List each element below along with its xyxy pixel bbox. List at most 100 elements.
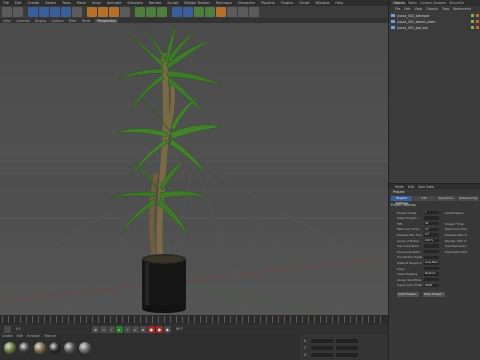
black-pot[interactable]: [142, 254, 186, 313]
menu-item-help[interactable]: Help: [335, 1, 343, 5]
pen-icon[interactable]: [183, 7, 193, 17]
material-tag-icon[interactable]: [476, 26, 479, 29]
attribute-field[interactable]: [424, 277, 439, 282]
am-menu-edit[interactable]: Edit: [408, 185, 414, 189]
visibility-icon[interactable]: [471, 26, 474, 29]
tab-takes[interactable]: Takes: [408, 1, 417, 5]
attribute-field[interactable]: sRGB: [424, 283, 439, 288]
om-menu-tags[interactable]: Tags: [442, 7, 449, 11]
am-tab-referencing[interactable]: Referencing: [457, 196, 479, 201]
om-menu-edit[interactable]: Edit: [404, 7, 410, 11]
object-row[interactable]: yucca_002_leaves_stem: [391, 19, 479, 24]
tab-objects[interactable]: Objects: [393, 1, 405, 5]
am-tab-info[interactable]: Info: [413, 196, 435, 201]
menu-item-mograph[interactable]: MoGraph: [216, 1, 232, 5]
material-swatch[interactable]: [79, 342, 91, 354]
menu-item-simulate[interactable]: Simulate: [127, 1, 142, 5]
menu-item-script[interactable]: Script: [299, 1, 309, 5]
material-swatch[interactable]: [34, 342, 46, 354]
coord-position-field[interactable]: [311, 339, 333, 343]
om-menu-objects[interactable]: Objects: [426, 7, 438, 11]
timeline-ruler[interactable]: [0, 315, 388, 324]
viewport-menu-cameras[interactable]: Cameras: [16, 19, 30, 23]
viewport-menu-panel[interactable]: Panel: [82, 19, 91, 23]
menu-item-character[interactable]: Character: [238, 1, 255, 5]
plant-model[interactable]: [107, 24, 223, 313]
viewport-menu-options[interactable]: Options: [52, 19, 64, 23]
am-menu-mode[interactable]: Mode: [395, 185, 404, 189]
next-frame-icon[interactable]: ›: [123, 325, 131, 333]
material-menu-create[interactable]: Create: [2, 334, 13, 339]
material-tag-icon[interactable]: [476, 14, 479, 17]
menu-item-motion-tracker[interactable]: Motion Tracker: [184, 1, 210, 5]
material-menu-function[interactable]: Function: [27, 334, 41, 339]
menu-item-file[interactable]: File: [3, 1, 9, 5]
next-key-icon[interactable]: ▹: [131, 325, 139, 333]
redo-icon[interactable]: [13, 7, 23, 17]
deformer-icon[interactable]: [216, 7, 226, 17]
coord-position-field[interactable]: [311, 353, 333, 357]
object-name[interactable]: yucca_002_leaves_stem: [397, 20, 469, 24]
end-frame[interactable]: 90 F: [176, 327, 183, 331]
menu-item-edit[interactable]: Edit: [15, 1, 22, 5]
scale-icon[interactable]: [50, 7, 60, 17]
go-to-start-icon[interactable]: ◂: [91, 325, 99, 333]
viewport-menu-filter[interactable]: Filter: [69, 19, 77, 23]
object-row[interactable]: yucca_002_blackpot: [391, 13, 479, 18]
menu-item-pipeline[interactable]: Pipeline: [261, 1, 275, 5]
y-axis-icon[interactable]: [98, 7, 108, 17]
material-swatch[interactable]: [4, 342, 16, 354]
coord-size-field[interactable]: [336, 353, 358, 357]
attribute-field[interactable]: [424, 244, 439, 248]
object-name[interactable]: yucca_002_pot_soil: [397, 26, 469, 30]
material-tag-icon[interactable]: [476, 20, 479, 23]
material-menu-texture[interactable]: Texture: [44, 334, 56, 339]
menu-item-window[interactable]: Window: [316, 1, 330, 5]
load-preset-button[interactable]: Load Preset...: [397, 292, 419, 297]
play-icon[interactable]: ▸: [115, 325, 123, 333]
recent-icon[interactable]: [72, 7, 82, 17]
menu-item-sculpt[interactable]: Sculpt: [167, 1, 178, 5]
menu-item-snap[interactable]: Snap: [92, 1, 101, 5]
attribute-field[interactable]: [424, 255, 439, 260]
am-tab-project-settings[interactable]: Project Settings: [391, 196, 413, 205]
previous-key-icon[interactable]: ◃: [99, 325, 107, 333]
render-settings-icon[interactable]: [157, 7, 167, 17]
menu-item-render[interactable]: Render: [149, 1, 161, 5]
tab-content-browser[interactable]: Content Browser: [420, 1, 447, 5]
om-menu-bookmarks[interactable]: Bookmarks: [453, 7, 471, 11]
selection-icon[interactable]: [28, 7, 38, 17]
array-icon[interactable]: [205, 7, 215, 17]
material-swatch[interactable]: [19, 342, 31, 354]
om-menu-file[interactable]: File: [395, 7, 400, 11]
attribute-field[interactable]: 1: [424, 210, 439, 215]
tab-structure[interactable]: Structure: [449, 1, 464, 5]
floor-icon[interactable]: [227, 7, 237, 17]
move-icon[interactable]: [39, 7, 49, 17]
menu-item-mesh[interactable]: Mesh: [77, 1, 86, 5]
attribute-field[interactable]: 0 F: [424, 233, 439, 237]
undo-icon[interactable]: [2, 7, 12, 17]
attribute-field[interactable]: 0 F: [424, 227, 439, 232]
attribute-field[interactable]: 100 %: [424, 238, 439, 243]
object-name[interactable]: yucca_002_blackpot: [397, 14, 469, 18]
attribute-field[interactable]: Medium: [424, 272, 439, 276]
visibility-icon[interactable]: [471, 20, 474, 23]
object-row[interactable]: yucca_002_pot_soil: [391, 25, 479, 30]
frame-field[interactable]: [4, 325, 11, 333]
menu-item-create[interactable]: Create: [28, 1, 40, 5]
menu-item-plugins[interactable]: Plugins: [281, 1, 294, 5]
om-menu-view[interactable]: View: [415, 7, 423, 11]
material-swatch[interactable]: [64, 342, 76, 354]
menu-item-select[interactable]: Select: [45, 1, 56, 5]
attribute-field[interactable]: [424, 216, 439, 220]
coordinate-icon[interactable]: [120, 7, 130, 17]
material-menu-edit[interactable]: Edit: [17, 334, 23, 339]
record-icon[interactable]: ●: [147, 325, 155, 333]
subdivision-icon[interactable]: [194, 7, 204, 17]
am-menu-user-data[interactable]: User Data: [418, 185, 434, 189]
menu-item-animate[interactable]: Animate: [107, 1, 122, 5]
coord-position-field[interactable]: [311, 346, 333, 350]
camera-icon[interactable]: [238, 7, 248, 17]
keyframe-icon[interactable]: ◆: [163, 325, 171, 333]
